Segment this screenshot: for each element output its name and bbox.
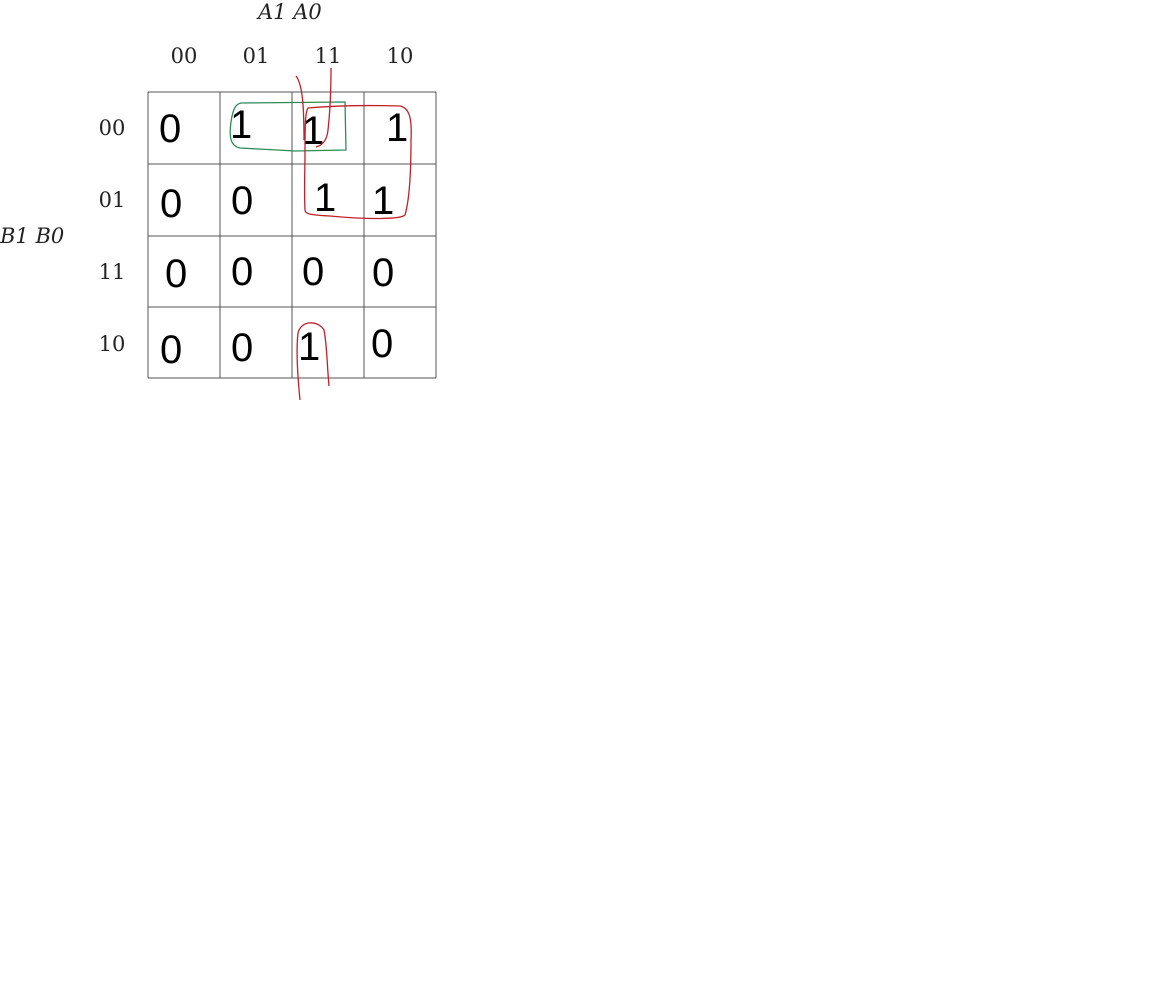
column-label-11: 11 (314, 44, 342, 68)
column-variables-label: A1 A0 (258, 0, 322, 24)
kmap-cell: 0 (302, 250, 325, 294)
kmap-cell: 1 (298, 325, 321, 369)
kmap-cell: 0 (231, 179, 254, 223)
row-variables-label: B1 B0 (0, 224, 65, 248)
kmap-cell: 1 (314, 176, 337, 220)
kmap-cell: 0 (159, 107, 182, 151)
kmap-cell: 0 (371, 322, 394, 366)
column-label-10: 10 (386, 44, 414, 68)
kmap-cell: 0 (160, 182, 183, 226)
kmap-cell: 0 (372, 251, 395, 295)
kmap-cell: 1 (230, 103, 253, 147)
row-label-11: 11 (98, 260, 126, 284)
kmap-cell: 1 (372, 179, 395, 223)
column-label-01: 01 (242, 44, 270, 68)
kmap-cell: 0 (231, 250, 254, 294)
row-label-01: 01 (98, 188, 126, 212)
kmap-cell: 0 (165, 252, 188, 296)
kmap-cell: 0 (231, 326, 254, 370)
kmap-cell: 0 (160, 328, 183, 372)
kmap-cell: 1 (386, 106, 409, 150)
row-label-10: 10 (98, 332, 126, 356)
kmap-cell: 1 (302, 109, 325, 153)
column-label-00: 00 (170, 44, 198, 68)
kmap-grid: 0 1 1 1 0 0 1 1 0 0 0 0 0 0 1 0 (148, 92, 436, 380)
row-label-00: 00 (98, 116, 126, 140)
